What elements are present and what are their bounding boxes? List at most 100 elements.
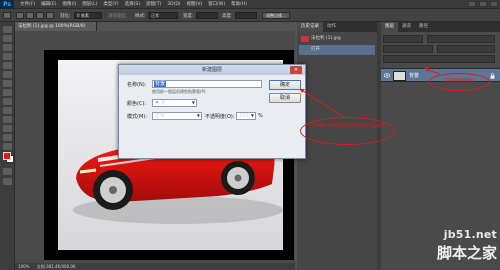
new-layer-dialog: 新建图层 ✕ 名称(N): 背景 使用前一图层创建剪贴蒙版(P) 颜色(C): …	[118, 64, 306, 159]
menu-select[interactable]: 选择(S)	[125, 1, 140, 7]
history-panel-tabs: 历史记录 动作	[297, 22, 377, 32]
visibility-eye-icon[interactable]	[384, 73, 390, 78]
menu-edit[interactable]: 编辑(E)	[41, 1, 56, 7]
foreground-color-swatch[interactable]	[3, 152, 11, 160]
document-tab[interactable]: 法拉利 (1).jpg @ 100%(RGB/8)	[15, 22, 97, 31]
clipping-mask-checkbox-label[interactable]: 使用前一图层创建剪贴蒙版(P)	[152, 89, 206, 95]
tab-actions[interactable]: 动作	[323, 22, 340, 32]
opacity-field[interactable]	[437, 45, 495, 53]
height-input[interactable]	[235, 12, 257, 19]
dodge-icon[interactable]	[3, 134, 12, 141]
blend-mode-select[interactable]	[383, 45, 433, 53]
eyedropper-icon[interactable]	[3, 71, 12, 78]
tab-layers[interactable]: 图层	[381, 22, 398, 32]
quick-mask-icon[interactable]	[3, 168, 12, 175]
color-select[interactable]: ✕ 无 ▼	[152, 99, 197, 107]
ok-button[interactable]: 确定	[269, 80, 301, 90]
options-bar: 羽化: 0 像素 消除锯齿 样式: 正常 宽度: 高度: 调整边缘...	[0, 9, 500, 22]
layers-panel-tabs: 图层 通道 路径	[381, 22, 500, 32]
menu-type[interactable]: 类型(Y)	[103, 1, 118, 7]
lock-icon[interactable]	[490, 73, 495, 79]
close-window-button[interactable]	[490, 1, 498, 7]
feather-value: 0 像素	[77, 13, 89, 18]
width-label: 宽度:	[183, 14, 194, 19]
refine-edge-button[interactable]: 调整边缘...	[262, 12, 290, 19]
mode-select[interactable]: 正常 ▼	[152, 112, 202, 120]
add-selection-icon[interactable]	[26, 12, 34, 19]
history-snapshot-label: 法拉利 (1).jpg	[311, 36, 341, 41]
feather-input[interactable]: 0 像素	[74, 12, 102, 19]
gradient-icon[interactable]	[3, 125, 12, 132]
history-snapshot[interactable]: 法拉利 (1).jpg	[299, 34, 375, 44]
chevron-down-icon: ▼	[196, 113, 200, 118]
new-selection-icon[interactable]	[16, 12, 24, 19]
marquee-icon[interactable]	[3, 35, 12, 42]
chevron-down-icon: ▼	[250, 113, 254, 118]
menu-help[interactable]: 帮助(H)	[231, 1, 247, 7]
status-bar: 100% 文档:381.4K/400.0K	[15, 263, 295, 270]
menu-layer[interactable]: 图层(L)	[82, 1, 97, 7]
quick-select-icon[interactable]	[3, 53, 12, 60]
marquee-tool-icon[interactable]	[3, 12, 11, 19]
lasso-icon[interactable]	[3, 44, 12, 51]
clone-stamp-icon[interactable]	[3, 98, 12, 105]
screen-mode-icon[interactable]	[3, 178, 12, 185]
window-controls	[468, 1, 498, 7]
antialias-label[interactable]: 消除锯齿	[108, 13, 126, 19]
crop-icon[interactable]	[3, 62, 12, 69]
snapshot-thumbnail	[301, 36, 309, 42]
feather-label: 羽化:	[60, 14, 71, 19]
history-state-label: 打开	[311, 47, 320, 52]
menu-3d[interactable]: 3D(D)	[167, 2, 180, 7]
lock-options-row[interactable]	[383, 55, 495, 63]
zoom-level[interactable]: 100%	[18, 264, 29, 269]
menu-image[interactable]: 图像(I)	[62, 1, 76, 7]
watermark-brand: 脚本之家	[436, 244, 497, 262]
subtract-selection-icon[interactable]	[36, 12, 44, 19]
height-label: 高度:	[222, 14, 233, 19]
layer-thumbnail	[393, 71, 406, 81]
dialog-title: 新建图层	[119, 65, 305, 75]
watermark-url: jb51.net	[443, 228, 497, 241]
cancel-button[interactable]: 取消	[269, 93, 301, 103]
mode-label: 模式(M):	[127, 114, 147, 120]
intersect-selection-icon[interactable]	[46, 12, 54, 19]
dialog-close-button[interactable]: ✕	[290, 66, 302, 74]
opacity-input[interactable]: 100 ▼	[236, 112, 256, 120]
history-state-open[interactable]: 打开	[299, 45, 375, 55]
opacity-unit: %	[258, 113, 263, 119]
healing-brush-icon[interactable]	[3, 80, 12, 87]
tab-history[interactable]: 历史记录	[297, 22, 323, 32]
menu-view[interactable]: 视图(V)	[187, 1, 203, 7]
tab-paths[interactable]: 路径	[415, 22, 432, 32]
width-input[interactable]	[196, 12, 218, 19]
color-value: 无	[160, 100, 166, 106]
menu-filter[interactable]: 滤镜(T)	[146, 1, 161, 7]
photoshop-logo: Ps	[0, 0, 14, 9]
opacity-label: 不透明度(O):	[205, 114, 235, 120]
history-panel: 法拉利 (1).jpg 打开	[297, 32, 377, 270]
annotation-rename-hint: 可以重新命名图层名或者直接点击确定	[300, 117, 395, 145]
menu-bar: Ps 文件(F) 编辑(E) 图像(I) 图层(L) 类型(Y) 选择(S) 滤…	[0, 0, 500, 9]
menu-window[interactable]: 窗口(W)	[208, 1, 225, 7]
pen-icon[interactable]	[3, 143, 12, 150]
maximize-button[interactable]	[479, 1, 487, 7]
eraser-icon[interactable]	[3, 116, 12, 123]
color-label: 颜色(C):	[127, 101, 147, 107]
style-value: 正常	[151, 13, 159, 18]
name-label: 名称(N):	[127, 82, 147, 88]
move-tool-icon[interactable]	[3, 26, 12, 33]
layer-name[interactable]: 背景	[409, 69, 419, 83]
layer-name-input[interactable]: 背景	[152, 80, 262, 88]
style-select[interactable]: 正常	[148, 12, 178, 19]
mode-value: 正常	[155, 113, 166, 119]
layer-filter-select[interactable]	[383, 35, 423, 43]
style-label: 样式:	[135, 14, 146, 19]
layer-filter-icons[interactable]	[427, 35, 495, 43]
tab-channels[interactable]: 通道	[398, 22, 415, 32]
minimize-button[interactable]	[468, 1, 476, 7]
brush-icon[interactable]	[3, 89, 12, 96]
history-brush-icon[interactable]	[3, 107, 12, 114]
annotation-lock-hint: 双击图层锁图标	[428, 73, 490, 91]
menu-file[interactable]: 文件(F)	[20, 1, 35, 7]
